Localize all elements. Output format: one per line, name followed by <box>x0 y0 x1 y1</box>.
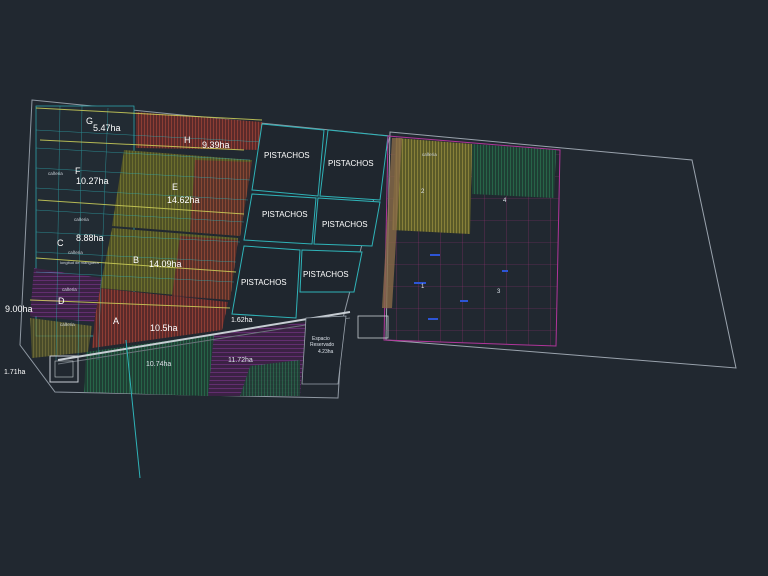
label-caneria-1: cañeria <box>74 217 89 222</box>
right-property <box>357 131 737 369</box>
block-h-fill <box>136 112 262 150</box>
cad-site-plan: G 5.47ha H 9.39ha F 10.27ha E 14.62ha C … <box>4 99 737 479</box>
label-parcel-10-74: 10.74ha <box>146 361 171 368</box>
label-c-area: 8.88ha <box>76 233 104 243</box>
sector-4-fill <box>472 144 556 198</box>
label-pistachos-1: PISTACHOS <box>264 151 310 160</box>
label-reserved-area: 4.23ha <box>318 349 334 355</box>
label-d-letter: D <box>58 296 65 306</box>
label-parcel-1-71: 1.71ha <box>4 369 26 376</box>
label-c-letter: C <box>57 238 64 248</box>
small-building <box>357 315 389 339</box>
label-longitud: longitud de manguera <box>60 260 99 265</box>
label-reserved-2: Reservado <box>310 342 334 348</box>
label-h-letter: H <box>184 135 191 145</box>
label-caneria-5: cañeria <box>48 171 63 176</box>
label-pistachos-3: PISTACHOS <box>262 210 308 219</box>
label-f-area: 10.27ha <box>76 176 109 186</box>
label-b-letter: B <box>133 255 139 265</box>
label-pistachos-6: PISTACHOS <box>303 270 349 279</box>
label-pistachos-2: PISTACHOS <box>328 159 374 168</box>
label-b-area: 14.09ha <box>149 259 182 269</box>
label-a-letter: A <box>113 316 119 326</box>
label-pistachos-4: PISTACHOS <box>322 220 368 229</box>
label-g-letter: G <box>86 116 93 126</box>
label-d-area: 9.00ha <box>5 304 33 314</box>
label-pistachos-5: PISTACHOS <box>241 278 287 287</box>
label-parcel-11-72: 11.72ha <box>228 357 253 364</box>
label-caneria-3: cañeria <box>62 287 77 292</box>
label-e-letter: E <box>172 182 178 192</box>
label-parcel-1-62: 1.62ha <box>231 317 253 324</box>
label-caneria-2: cañeria <box>68 250 83 255</box>
label-caneria-4: cañeria <box>60 322 75 327</box>
label-h-area: 9.39ha <box>202 140 230 150</box>
label-a-area: 10.5ha <box>150 323 178 333</box>
label-e-area: 14.62ha <box>167 195 200 205</box>
label-f-letter: F <box>75 166 81 176</box>
label-g-area: 5.47ha <box>93 123 121 133</box>
label-caneria-right: cañeria <box>422 152 437 157</box>
